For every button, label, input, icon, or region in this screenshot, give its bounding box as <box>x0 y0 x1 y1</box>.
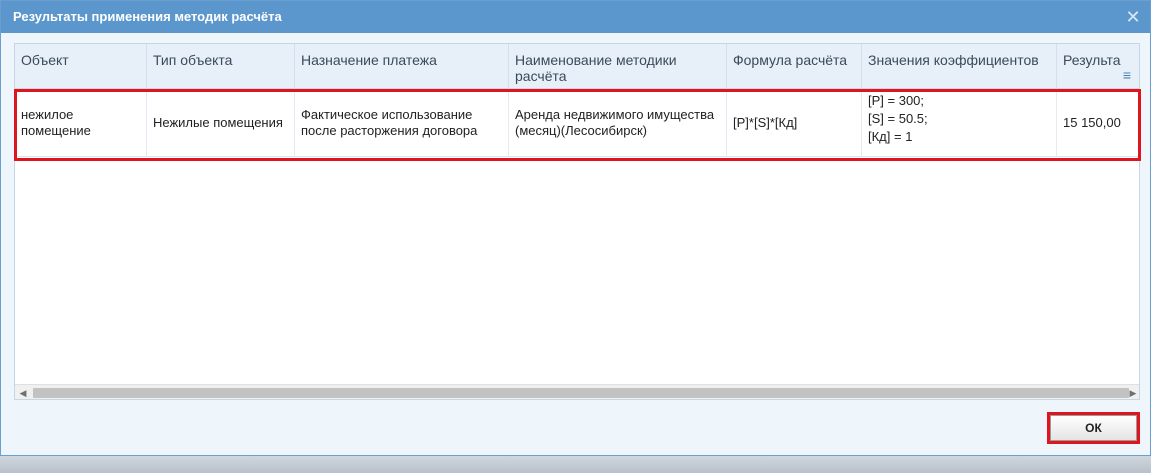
arrow-left-icon[interactable]: ◀ <box>15 385 31 399</box>
cell-formula: [P]*[S]*[Кд] <box>727 89 862 157</box>
close-icon[interactable]: ✕ <box>1122 6 1144 28</box>
column-header-object-type[interactable]: Тип объекта <box>147 44 295 89</box>
cell-payment-purpose: Фактическое использование после расторже… <box>295 89 509 157</box>
cell-object-type: Нежилые помещения <box>147 89 295 157</box>
coefficient-s: [S] = 50.5; <box>868 111 928 126</box>
results-grid: Объект Тип объекта Назначение платежа На… <box>14 43 1140 400</box>
background-window-strip <box>0 456 1151 473</box>
cell-method-name: Аренда недвижимого имущества (месяц)(Лес… <box>509 89 727 157</box>
column-header-object[interactable]: Объект <box>15 44 147 89</box>
arrow-right-icon[interactable]: ▶ <box>1125 385 1139 399</box>
columns-menu-icon[interactable]: ≡ <box>1121 68 1133 82</box>
coefficient-kd: [Кд] = 1 <box>868 129 913 144</box>
horizontal-scrollbar[interactable]: ◀ ▶ <box>15 384 1139 399</box>
grid-header: Объект Тип объекта Назначение платежа На… <box>15 44 1139 89</box>
cell-coefficients: [P] = 300; [S] = 50.5; [Кд] = 1 <box>862 89 1057 157</box>
column-header-coefficients[interactable]: Значения коэффициентов <box>862 44 1057 89</box>
dialog-titlebar[interactable]: Результаты применения методик расчёта ✕ <box>1 1 1150 33</box>
cell-result: 15 150,00 <box>1063 115 1121 130</box>
cell-object: нежилое помещение <box>15 89 147 157</box>
coefficient-p: [P] = 300; <box>868 93 925 108</box>
column-header-payment-purpose[interactable]: Назначение платежа <box>295 44 509 89</box>
column-header-method-name[interactable]: Наименование методики расчёта <box>509 44 727 89</box>
column-header-formula[interactable]: Формула расчёта <box>727 44 862 89</box>
scrollbar-thumb[interactable] <box>33 388 1129 398</box>
calculation-results-dialog: Результаты применения методик расчёта ✕ … <box>0 0 1151 456</box>
ok-button[interactable]: ОК <box>1050 415 1137 441</box>
table-row[interactable]: нежилое помещение Нежилые помещения Факт… <box>15 89 1139 157</box>
dialog-title: Результаты применения методик расчёта <box>13 9 282 24</box>
